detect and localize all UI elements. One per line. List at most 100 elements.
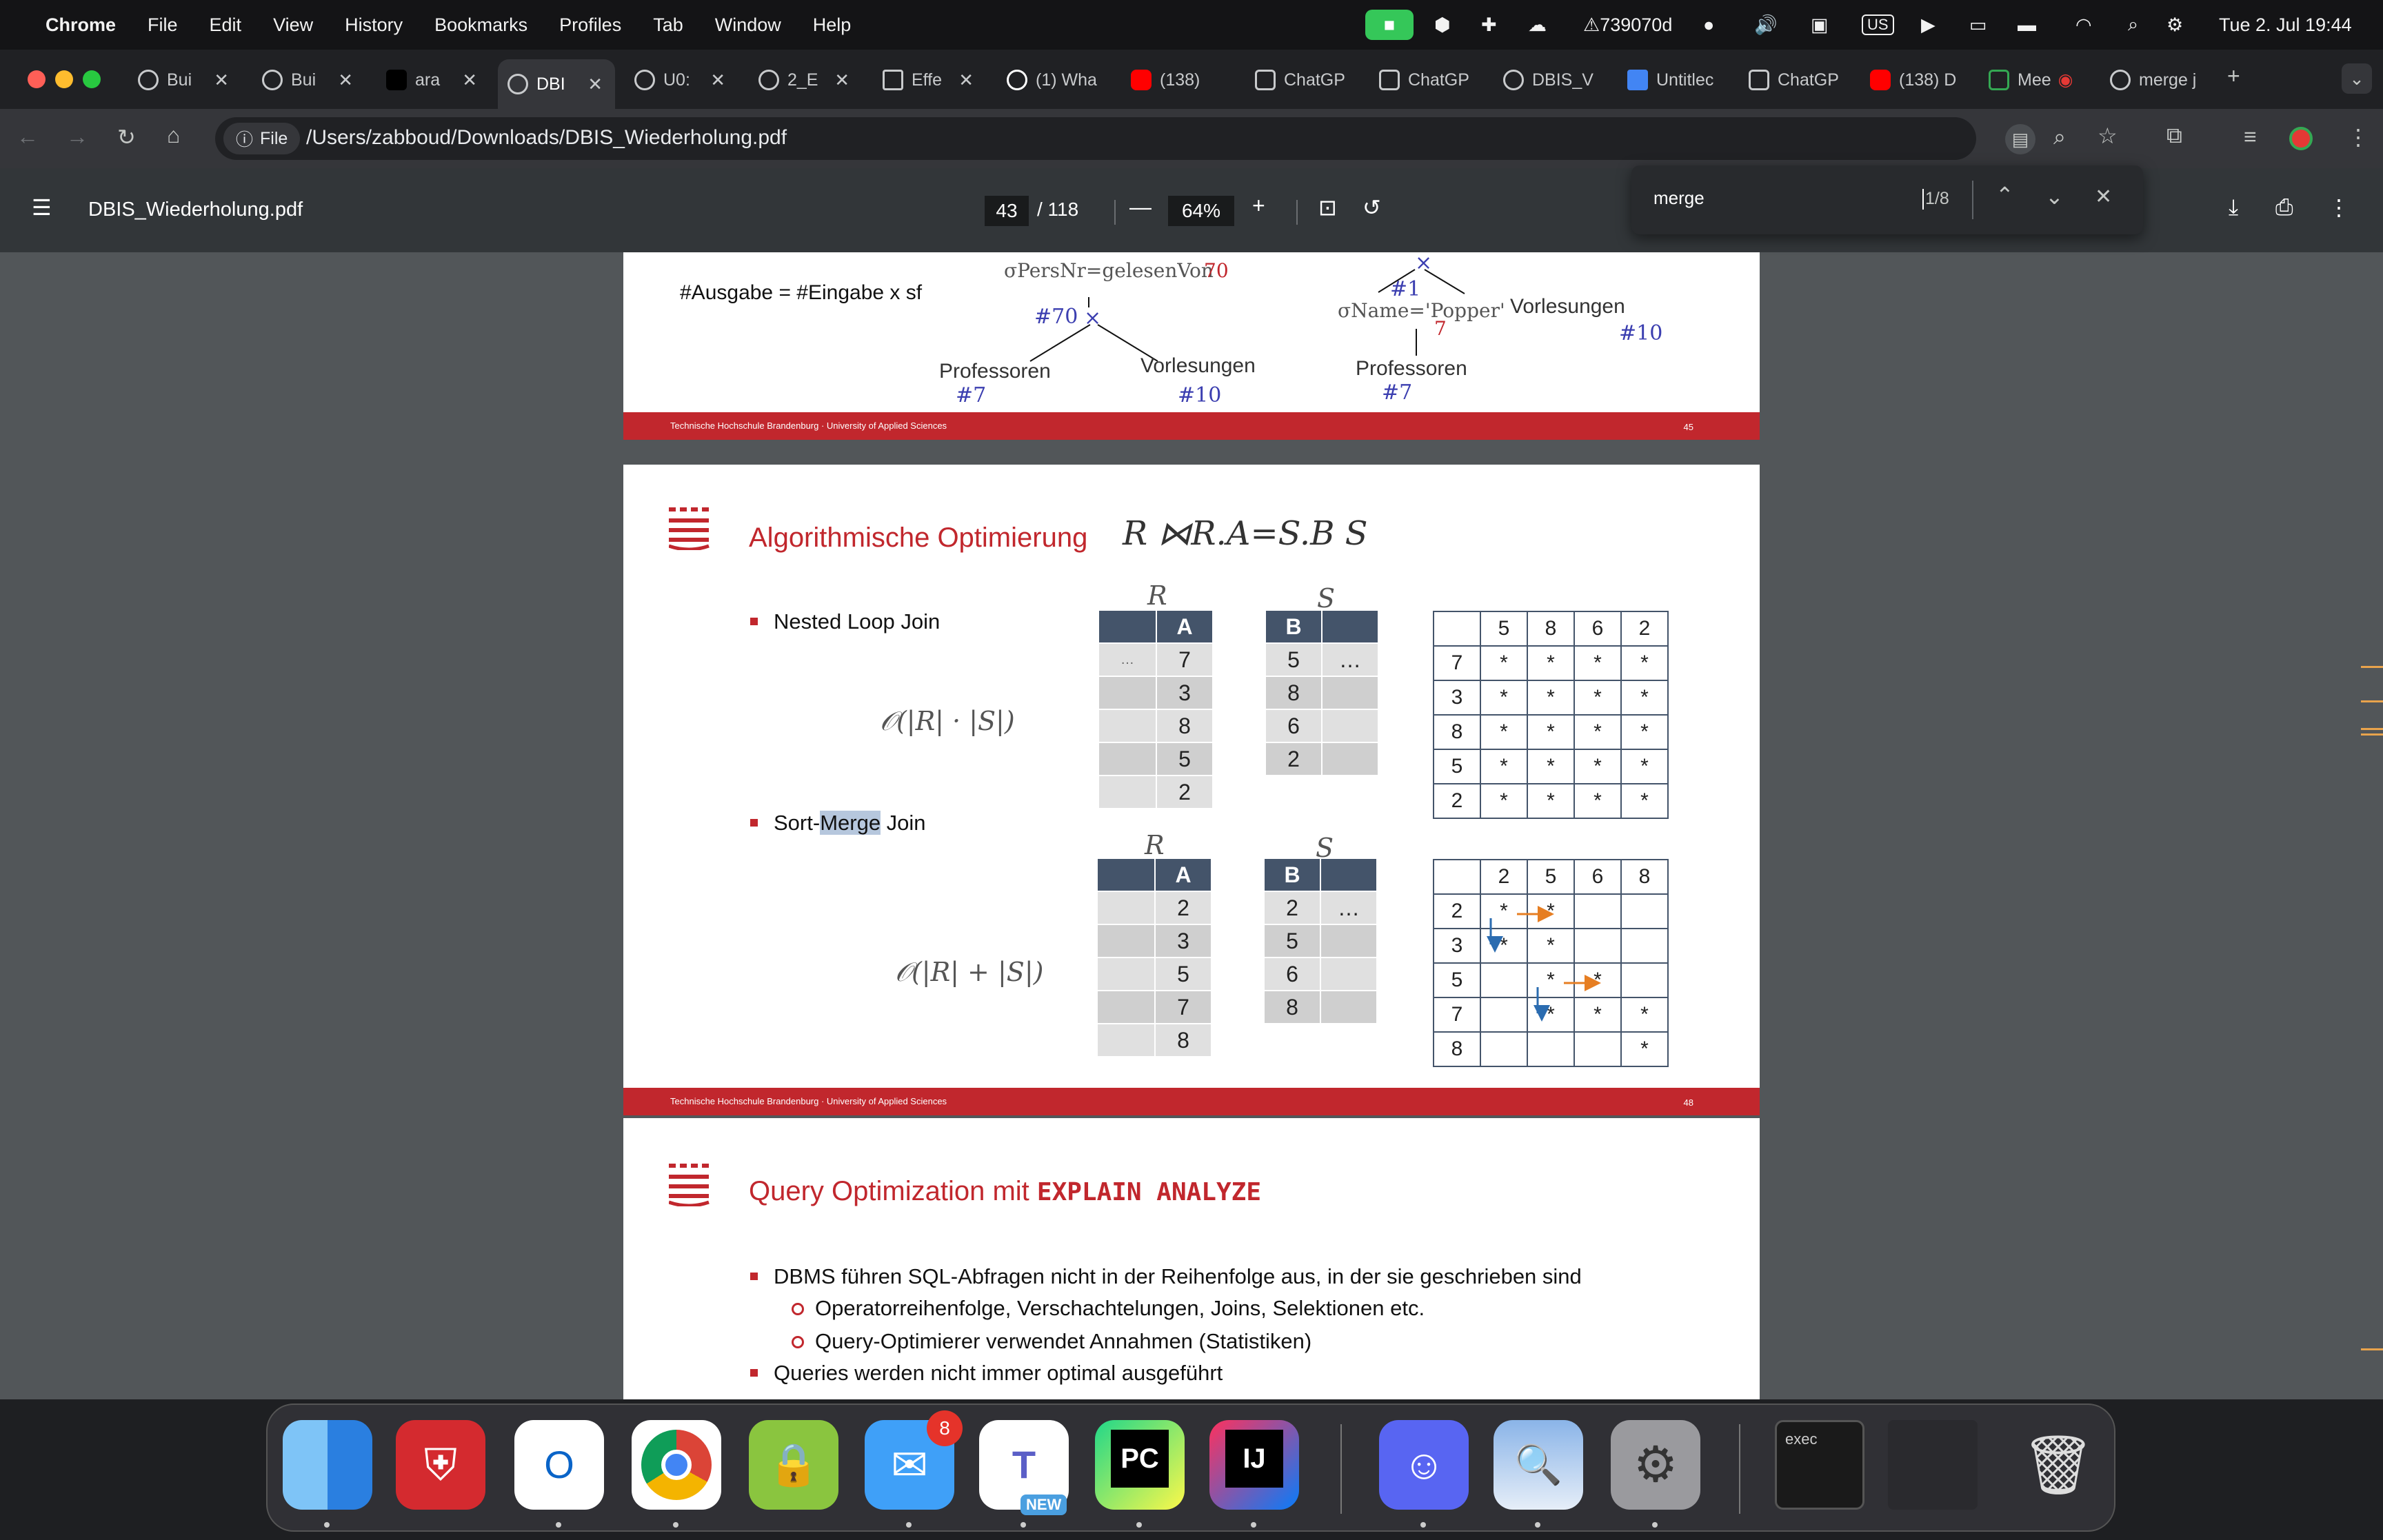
close-tab-icon[interactable]: ✕	[834, 70, 849, 91]
minimize-window-button[interactable]	[55, 70, 73, 88]
discord-icon[interactable]: ☺	[1379, 1420, 1469, 1510]
print-icon[interactable]: ⎙	[2275, 194, 2293, 221]
close-tab-icon[interactable]: ✕	[214, 70, 229, 91]
wifi-icon[interactable]: ◠	[2075, 0, 2092, 50]
tab-5[interactable]: U0: ✕	[625, 59, 738, 101]
page-number-input[interactable]: 43	[985, 196, 1029, 226]
cloud-icon[interactable]: ☁	[1528, 0, 1547, 50]
tab-search-dropdown-icon[interactable]: ⌄	[2342, 63, 2372, 94]
reload-icon[interactable]: ↻	[117, 124, 136, 150]
pdf-more-icon[interactable]: ⋮	[2328, 194, 2350, 221]
tab-6[interactable]: 2_E ✕	[749, 59, 862, 101]
more-menu-icon[interactable]: ⋮	[2347, 124, 2369, 150]
close-tab-icon[interactable]: ✕	[587, 74, 603, 95]
zoom-level-input[interactable]: 64%	[1168, 196, 1234, 226]
file-info-chip[interactable]: ⓘ File	[223, 123, 301, 154]
tab-dbis-active[interactable]: DBI ✕	[498, 59, 615, 109]
preview-icon[interactable]: 🔍	[1494, 1420, 1583, 1510]
chrome-icon[interactable]	[632, 1420, 721, 1510]
pdf-page-icon[interactable]: ▤	[2005, 124, 2035, 154]
dock-divider	[1739, 1424, 1740, 1514]
app-status-icon[interactable]: ⬢	[1434, 0, 1451, 50]
sidebar-menu-icon[interactable]: ☰	[32, 194, 52, 221]
zoom-icon[interactable]: ⌕	[2053, 124, 2066, 150]
tab-chatgpt-3[interactable]: ChatGP	[1739, 59, 1852, 101]
outlook-icon[interactable]: O	[514, 1420, 604, 1510]
bookmark-star-icon[interactable]: ☆	[2098, 123, 2118, 149]
menu-window[interactable]: Window	[715, 14, 781, 36]
tab-1[interactable]: Bui ✕	[128, 59, 241, 101]
close-tab-icon[interactable]: ✕	[462, 70, 477, 91]
new-tab-button[interactable]: +	[2227, 63, 2240, 89]
control-center-icon[interactable]: ⚙	[2166, 0, 2183, 50]
download-icon[interactable]: ⤓	[2229, 194, 2238, 221]
profile-avatar[interactable]	[2289, 127, 2313, 150]
record-icon[interactable]: ●	[1703, 0, 1714, 50]
tab-youtube-2[interactable]: (138) D	[1860, 59, 1973, 101]
zoom-out-button[interactable]: —	[1129, 194, 1152, 220]
tab-chatgpt-2[interactable]: ChatGP	[1369, 59, 1482, 101]
menu-file[interactable]: File	[148, 14, 178, 36]
menu-app-name[interactable]: Chrome	[46, 14, 116, 36]
menu-help[interactable]: Help	[813, 14, 852, 36]
cardinality-70: #70	[1034, 305, 1078, 329]
menu-tab[interactable]: Tab	[653, 14, 683, 36]
finder-icon[interactable]	[283, 1420, 372, 1510]
trash-icon[interactable]: 🗑	[2013, 1420, 2103, 1510]
media-controls-icon[interactable]: ≡	[2244, 124, 2257, 150]
menu-bookmarks[interactable]: Bookmarks	[434, 14, 527, 36]
zoom-in-button[interactable]: +	[1252, 193, 1265, 219]
find-previous-icon[interactable]: ⌃	[1995, 182, 2014, 208]
forticlient-icon[interactable]: ⛨	[396, 1420, 485, 1510]
datetime[interactable]: Tue 2. Jul 19:44	[2219, 0, 2352, 50]
url-text[interactable]: /Users/zabboud/Downloads/DBIS_Wiederholu…	[306, 126, 787, 150]
close-tab-icon[interactable]: ✕	[710, 70, 725, 91]
menu-history[interactable]: History	[345, 14, 403, 36]
tab-merge-join[interactable]: merge j	[2100, 59, 2231, 101]
screenshot-thumbnail-icon[interactable]	[1888, 1420, 1978, 1510]
keyboard-input-source[interactable]: US	[1862, 0, 1894, 50]
find-close-icon[interactable]: ✕	[2095, 185, 2112, 209]
chatgpt-icon	[1749, 70, 1769, 90]
play-icon[interactable]: ▶	[1921, 0, 1935, 50]
tab-dbis-v[interactable]: DBIS_V	[1494, 59, 1607, 101]
tab-chatgpt-1[interactable]: ChatGP	[1245, 59, 1358, 101]
dropbox-status[interactable]: ⚠ 739070d	[1583, 0, 1672, 50]
tab-youtube-1[interactable]: (138)	[1121, 59, 1234, 101]
extensions-icon[interactable]: ⧉	[2166, 123, 2182, 149]
menu-edit[interactable]: Edit	[210, 14, 242, 36]
volume-icon[interactable]: 🔊	[1754, 0, 1778, 50]
zoom-window-button[interactable]	[83, 70, 101, 88]
close-window-button[interactable]	[28, 70, 46, 88]
spotlight-search-icon[interactable]: ⌕	[2128, 0, 2138, 50]
outlook-status-icon[interactable]: ▣	[1811, 0, 1829, 50]
find-input[interactable]: merge	[1653, 188, 1705, 209]
battery-icon[interactable]: ▬	[2018, 0, 2036, 50]
close-tab-icon[interactable]: ✕	[338, 70, 353, 91]
forward-icon[interactable]: →	[66, 124, 88, 150]
tab-meet[interactable]: Mee ◉	[1979, 59, 2092, 101]
back-icon[interactable]: ←	[17, 124, 39, 150]
tab-3[interactable]: ara ✕	[376, 59, 490, 101]
tab-whatsapp[interactable]: (1) Wha	[997, 59, 1110, 101]
intellij-icon[interactable]: IJ	[1209, 1420, 1299, 1510]
facetime-camera-icon[interactable]: ■	[1365, 0, 1414, 50]
fit-page-icon[interactable]: ⊡	[1318, 194, 1337, 221]
pycharm-icon[interactable]: PC	[1095, 1420, 1185, 1510]
thb-logo-icon	[669, 507, 710, 550]
rotate-icon[interactable]: ↺	[1363, 194, 1381, 221]
close-tab-icon[interactable]: ✕	[958, 70, 974, 91]
system-settings-icon[interactable]: ⚙	[1611, 1420, 1700, 1510]
puzzle-status-icon[interactable]: ✚	[1481, 0, 1497, 50]
pdf-viewer[interactable]: #Ausgabe = #Eingabe x sf × × σPersNr=gel…	[0, 252, 2383, 1399]
terminal-window-icon[interactable]: exec	[1775, 1420, 1864, 1510]
tab-2[interactable]: Bui ✕	[252, 59, 365, 101]
menu-profiles[interactable]: Profiles	[559, 14, 621, 36]
menu-view[interactable]: View	[273, 14, 313, 36]
find-next-icon[interactable]: ⌄	[2045, 183, 2064, 210]
display-icon[interactable]: ▭	[1969, 0, 1987, 50]
tab-7[interactable]: Effe ✕	[873, 59, 986, 101]
tab-untitled-doc[interactable]: Untitlec	[1618, 59, 1731, 101]
home-icon[interactable]: ⌂	[167, 123, 180, 148]
lock-app-icon[interactable]: 🔒	[749, 1420, 838, 1510]
